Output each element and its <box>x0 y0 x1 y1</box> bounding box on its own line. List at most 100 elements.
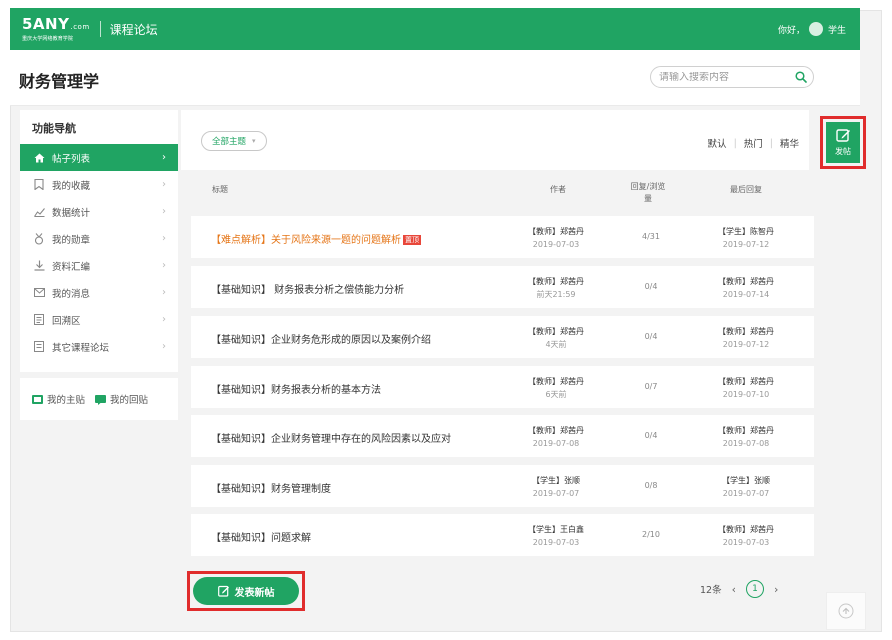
sort-hot[interactable]: 热门 <box>744 136 763 150</box>
last-reply-name[interactable]: 【教师】郑茜丹 <box>706 424 786 437</box>
post-author: 【学生】王白鑫 2019-07-03 <box>516 523 596 549</box>
search-icon[interactable] <box>795 71 807 83</box>
post-row[interactable]: 【基础知识】问题求解 【学生】王白鑫 2019-07-03 2/10 【教师】郑茜… <box>191 514 814 556</box>
post-title[interactable]: 【基础知识】 财务报表分析之偿债能力分析 <box>211 281 404 296</box>
last-reply-name[interactable]: 【教师】郑茜丹 <box>706 523 786 536</box>
sidebar-item-messages[interactable]: 我的消息 › <box>20 279 178 306</box>
bookmark-icon <box>34 179 48 190</box>
sidebar-item-label: 我的收藏 <box>52 180 91 192</box>
pagination: 12条 ‹ 1 › <box>700 580 788 598</box>
medal-icon <box>34 232 48 245</box>
post-title[interactable]: 【难点解析】关于风险来源一题的问题解析 置顶 <box>211 231 421 246</box>
next-page-icon[interactable]: › <box>774 583 778 596</box>
last-reply-name[interactable]: 【学生】陈智丹 <box>706 225 786 238</box>
my-replies-link[interactable]: 我的回贴 <box>95 392 148 406</box>
site-logo[interactable]: 5ANY.com 重庆大学网络教育学院 <box>22 14 90 44</box>
sidebar-item-label: 其它课程论坛 <box>52 342 110 354</box>
post-row[interactable]: 【难点解析】关于风险来源一题的问题解析 置顶 【教师】郑茜丹 2019-07-03 … <box>191 216 814 258</box>
chevron-right-icon: › <box>162 341 166 352</box>
post-title[interactable]: 【基础知识】财务报表分析的基本方法 <box>211 381 381 396</box>
last-reply-name[interactable]: 【教师】郑茜丹 <box>706 325 786 338</box>
author-name[interactable]: 【学生】张顺 <box>516 474 596 487</box>
forum-icon <box>34 341 48 352</box>
sort-featured[interactable]: 精华 <box>780 136 799 150</box>
post-title[interactable]: 【基础知识】问题求解 <box>211 529 311 544</box>
edit-icon <box>217 585 229 597</box>
sidebar-item-label: 资料汇编 <box>52 261 91 273</box>
last-reply: 【教师】郑茜丹 2019-07-03 <box>706 523 786 549</box>
new-post-button[interactable]: 发表新帖 <box>193 577 299 605</box>
column-header-title: 标题 <box>212 185 228 194</box>
last-reply-date: 2019-07-10 <box>722 390 770 399</box>
my-posts-link[interactable]: 我的主贴 <box>32 392 85 406</box>
author-name[interactable]: 【教师】郑茜丹 <box>516 325 596 338</box>
post-row[interactable]: 【基础知识】企业财务危形成的原因以及案例介绍 【教师】郑茜丹 4天前 0/4 【教… <box>191 316 814 358</box>
document-icon <box>34 314 48 325</box>
page-header: 财务管理学 <box>10 50 860 106</box>
post-button-label: 发帖 <box>835 147 851 156</box>
chevron-right-icon: › <box>162 179 166 190</box>
last-reply-date: 2019-07-14 <box>722 290 770 299</box>
sidebar-item-medals[interactable]: 我的勋章 › <box>20 225 178 252</box>
post-row[interactable]: 【基础知识】 财务报表分析之偿债能力分析 【教师】郑茜丹 前天21:59 0/4 … <box>191 266 814 308</box>
back-to-top-button[interactable] <box>826 592 866 630</box>
post-title-text: 【难点解析】关于风险来源一题的问题解析 <box>211 235 401 246</box>
last-reply-name[interactable]: 【教师】郑茜丹 <box>706 375 786 388</box>
page-number[interactable]: 1 <box>746 580 764 598</box>
post-row[interactable]: 【基础知识】财务报表分析的基本方法 【教师】郑茜丹 6天前 0/7 【教师】郑茜丹… <box>191 366 814 408</box>
post-author: 【教师】郑茜丹 前天21:59 <box>516 275 596 301</box>
post-button[interactable]: 发帖 <box>826 122 860 163</box>
post-title[interactable]: 【基础知识】企业财务管理中存在的风险因素以及应对 <box>211 430 451 445</box>
post-row[interactable]: 【基础知识】财务管理制度 【学生】张顺 2019-07-07 0/8 【学生】张顺… <box>191 465 814 507</box>
author-name[interactable]: 【教师】郑茜丹 <box>516 424 596 437</box>
last-reply: 【教师】郑茜丹 2019-07-10 <box>706 375 786 401</box>
author-name[interactable]: 【教师】郑茜丹 <box>516 225 596 238</box>
user-area[interactable]: 你好， 学生 <box>778 22 846 36</box>
page-title: 财务管理学 <box>19 72 100 91</box>
avatar[interactable] <box>808 22 823 36</box>
topic-filter-select[interactable]: 全部主题 ▾ <box>201 131 267 151</box>
chevron-right-icon: › <box>162 314 166 325</box>
search-box <box>650 66 814 88</box>
greeting-text: 你好， <box>777 25 805 36</box>
post-title[interactable]: 【基础知识】企业财务危形成的原因以及案例介绍 <box>211 331 431 346</box>
author-name[interactable]: 【教师】郑茜丹 <box>516 375 596 388</box>
post-row[interactable]: 【基础知识】企业财务管理中存在的风险因素以及应对 【教师】郑茜丹 2019-07-… <box>191 415 814 457</box>
download-icon <box>34 260 48 271</box>
sidebar-item-favorites[interactable]: 我的收藏 › <box>20 171 178 198</box>
list-toolbar: 全部主题 ▾ 默认 | 热门 | 精华 <box>181 110 809 170</box>
sidebar-item-label: 我的勋章 <box>52 234 91 246</box>
chevron-right-icon: › <box>162 260 166 271</box>
search-input[interactable] <box>659 71 793 83</box>
post-author: 【教师】郑茜丹 2019-07-03 <box>516 225 596 251</box>
post-date: 4天前 <box>545 340 567 349</box>
sidebar-item-archive[interactable]: 回溯区 › <box>20 306 178 333</box>
my-posts-label: 我的主贴 <box>47 395 86 406</box>
home-icon <box>34 153 48 163</box>
chevron-right-icon: › <box>162 233 166 244</box>
top-bar: 5ANY.com 重庆大学网络教育学院 课程论坛 你好， 学生 <box>10 8 860 50</box>
last-reply-name[interactable]: 【教师】郑茜丹 <box>706 275 786 288</box>
logo-text: 5ANY <box>22 14 70 33</box>
sidebar-item-post-list[interactable]: 帖子列表 › <box>20 144 178 171</box>
post-date: 6天前 <box>545 390 567 399</box>
pinned-badge: 置顶 <box>403 235 421 245</box>
sidebar-item-other-forums[interactable]: 其它课程论坛 › <box>20 333 178 360</box>
post-author: 【教师】郑茜丹 4天前 <box>516 325 596 351</box>
prev-page-icon[interactable]: ‹ <box>732 583 736 596</box>
sidebar-item-label: 帖子列表 <box>52 153 91 165</box>
author-name[interactable]: 【教师】郑茜丹 <box>516 275 596 288</box>
mail-icon <box>34 288 48 297</box>
chevron-right-icon: › <box>162 287 166 298</box>
highlight-box: 发帖 <box>820 116 866 169</box>
post-counts: 0/4 <box>644 282 658 291</box>
post-title[interactable]: 【基础知识】财务管理制度 <box>211 480 331 495</box>
sort-default[interactable]: 默认 <box>708 136 727 150</box>
topic-filter-label: 全部主题 <box>212 137 247 147</box>
last-reply-name[interactable]: 【学生】张顺 <box>706 474 786 487</box>
logo-subtitle: 重庆大学网络教育学院 <box>22 35 74 42</box>
sidebar-item-materials[interactable]: 资料汇编 › <box>20 252 178 279</box>
column-header-counts: 回复/浏览量 <box>630 182 666 203</box>
author-name[interactable]: 【学生】王白鑫 <box>516 523 596 536</box>
sidebar-item-statistics[interactable]: 数据统计 › <box>20 198 178 225</box>
